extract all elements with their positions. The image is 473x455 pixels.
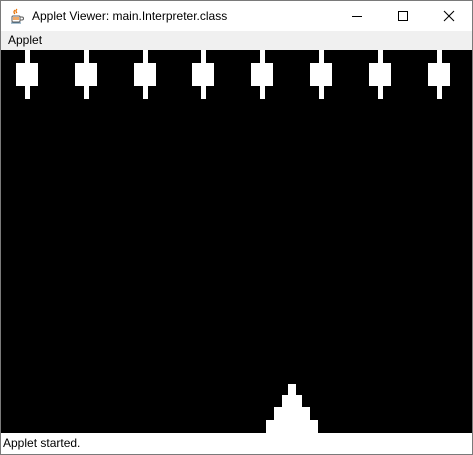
game-canvas[interactable]: [1, 50, 472, 433]
applet-viewer-window: Applet Viewer: main.Interpreter.class Ap…: [0, 0, 473, 455]
window-title: Applet Viewer: main.Interpreter.class: [32, 9, 228, 23]
maximize-button[interactable]: [380, 1, 426, 31]
maximize-icon: [398, 11, 408, 21]
status-bar: Applet started.: [1, 433, 472, 454]
close-button[interactable]: [426, 1, 472, 31]
title-bar[interactable]: Applet Viewer: main.Interpreter.class: [1, 1, 472, 31]
close-icon: [443, 10, 455, 22]
java-coffee-cup-icon: [9, 8, 25, 24]
menu-bar: Applet: [1, 31, 472, 50]
minimize-button[interactable]: [334, 1, 380, 31]
status-text: Applet started.: [3, 436, 81, 450]
canvas-background: [1, 50, 472, 433]
minimize-icon: [352, 16, 362, 17]
menu-applet[interactable]: Applet: [8, 33, 42, 48]
game-scene: [1, 50, 472, 433]
